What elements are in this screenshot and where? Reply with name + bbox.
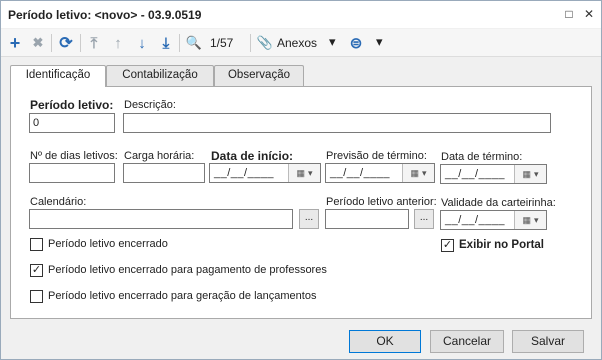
previsao-termino-calendar-button[interactable]: ▦ ▾ — [402, 164, 434, 182]
previous-record-icon[interactable]: ↑ — [109, 33, 127, 53]
attachments-button[interactable]: Anexos — [277, 36, 317, 50]
identificacao-panel: Período letivo: 0 Descrição: Nº de dias … — [10, 86, 592, 319]
save-button[interactable]: Salvar — [512, 330, 584, 353]
chevron-down-icon: ▾ — [307, 167, 313, 178]
ok-button[interactable]: OK — [349, 330, 421, 353]
calendar-icon: ▦ — [522, 168, 531, 179]
periodo-letivo-input[interactable]: 0 — [29, 113, 115, 133]
close-button[interactable]: ✕ — [581, 6, 597, 22]
validade-carteirinha-calendar-button[interactable]: ▦ ▾ — [514, 211, 546, 229]
encerrado-label: Período letivo encerrado — [48, 238, 168, 250]
tab-observacao[interactable]: Observação — [214, 65, 304, 86]
calendario-label: Calendário: — [30, 196, 87, 208]
carga-horaria-label: Carga horária: — [124, 150, 195, 162]
data-inicio-field[interactable]: __/__/____ ▦ ▾ — [209, 163, 321, 183]
periodo-anterior-lookup-button[interactable]: ... — [414, 209, 434, 229]
chevron-down-icon: ▾ — [421, 167, 427, 178]
calendario-input[interactable] — [29, 209, 293, 229]
encerrado-pagamento-label: Período letivo encerrado para pagamento … — [48, 264, 327, 276]
encerrado-lancamentos-label: Período letivo encerrado para geração de… — [48, 290, 317, 302]
data-termino-value: __/__/____ — [445, 168, 506, 180]
last-record-icon[interactable]: ⤓ — [157, 33, 175, 53]
validade-carteirinha-field[interactable]: __/__/____ ▦ ▾ — [440, 210, 547, 230]
more-options-icon[interactable]: ⊜ — [347, 33, 365, 53]
data-inicio-calendar-button[interactable]: ▦ ▾ — [288, 164, 320, 182]
toolbar-separator — [80, 34, 81, 52]
calendar-icon: ▦ — [522, 214, 531, 225]
previsao-termino-value: __/__/____ — [330, 167, 391, 179]
toolbar-separator — [250, 34, 251, 52]
calendario-lookup-button[interactable]: ... — [299, 209, 319, 229]
first-record-icon[interactable]: ⤒ — [85, 33, 103, 53]
dialog-window: Período letivo: <novo> - 03.9.0519 □ ✕ +… — [0, 0, 602, 360]
tab-contabilizacao[interactable]: Contabilização — [106, 65, 214, 86]
toolbar-separator — [179, 34, 180, 52]
cancel-button[interactable]: Cancelar — [430, 330, 504, 353]
encerrado-checkbox[interactable] — [30, 238, 43, 251]
data-inicio-value: __/__/____ — [214, 167, 275, 179]
descricao-input[interactable] — [123, 113, 551, 133]
title-bar: Período letivo: <novo> - 03.9.0519 □ ✕ — [1, 1, 601, 28]
periodo-anterior-label: Período letivo anterior: — [326, 196, 437, 208]
delete-icon[interactable]: ✖ — [29, 33, 47, 53]
data-termino-field[interactable]: __/__/____ ▦ ▾ — [440, 164, 547, 184]
paperclip-icon[interactable]: 📎 — [257, 33, 273, 53]
tab-identificacao[interactable]: Identificação — [10, 65, 106, 87]
search-icon[interactable]: 🔍 — [184, 33, 204, 53]
next-record-icon[interactable]: ↓ — [133, 33, 151, 53]
calendar-icon: ▦ — [410, 167, 419, 178]
carga-horaria-input[interactable] — [123, 163, 205, 183]
refresh-icon[interactable]: ⟳ — [56, 33, 76, 53]
toolbar-separator — [51, 34, 52, 52]
more-options-dropdown-icon[interactable]: ▾ — [376, 34, 383, 50]
encerrado-pagamento-checkbox[interactable]: ✓ — [30, 264, 43, 277]
periodo-letivo-label: Período letivo: — [30, 98, 114, 112]
chevron-down-icon: ▾ — [533, 168, 539, 179]
exibir-portal-label: Exibir no Portal — [459, 239, 544, 251]
data-termino-calendar-button[interactable]: ▦ ▾ — [514, 165, 546, 183]
window-title: Período letivo: <novo> - 03.9.0519 — [8, 8, 202, 22]
validade-carteirinha-value: __/__/____ — [445, 214, 506, 226]
data-termino-label: Data de término: — [441, 151, 523, 163]
restore-button[interactable]: □ — [561, 6, 577, 22]
record-counter: 1/57 — [210, 36, 234, 50]
dias-letivos-input[interactable] — [29, 163, 115, 183]
toolbar: + ✖ ⟳ ⤒ ↑ ↓ ⤓ 🔍 1/57 📎 Anexos ▾ ⊜ ▾ — [1, 29, 601, 57]
attachments-dropdown-icon[interactable]: ▾ — [329, 34, 336, 50]
data-inicio-label: Data de início: — [211, 149, 294, 163]
dias-letivos-label: Nº de dias letivos: — [30, 150, 118, 162]
validade-carteirinha-label: Validade da carteirinha: — [441, 197, 556, 209]
previsao-termino-field[interactable]: __/__/____ ▦ ▾ — [325, 163, 435, 183]
calendar-icon: ▦ — [296, 167, 305, 178]
encerrado-lancamentos-checkbox[interactable] — [30, 290, 43, 303]
descricao-label: Descrição: — [124, 99, 176, 111]
previsao-termino-label: Previsão de término: — [326, 150, 427, 162]
periodo-anterior-input[interactable] — [325, 209, 409, 229]
exibir-portal-checkbox[interactable]: ✓ — [441, 239, 454, 252]
chevron-down-icon: ▾ — [533, 214, 539, 225]
add-icon[interactable]: + — [6, 33, 24, 53]
